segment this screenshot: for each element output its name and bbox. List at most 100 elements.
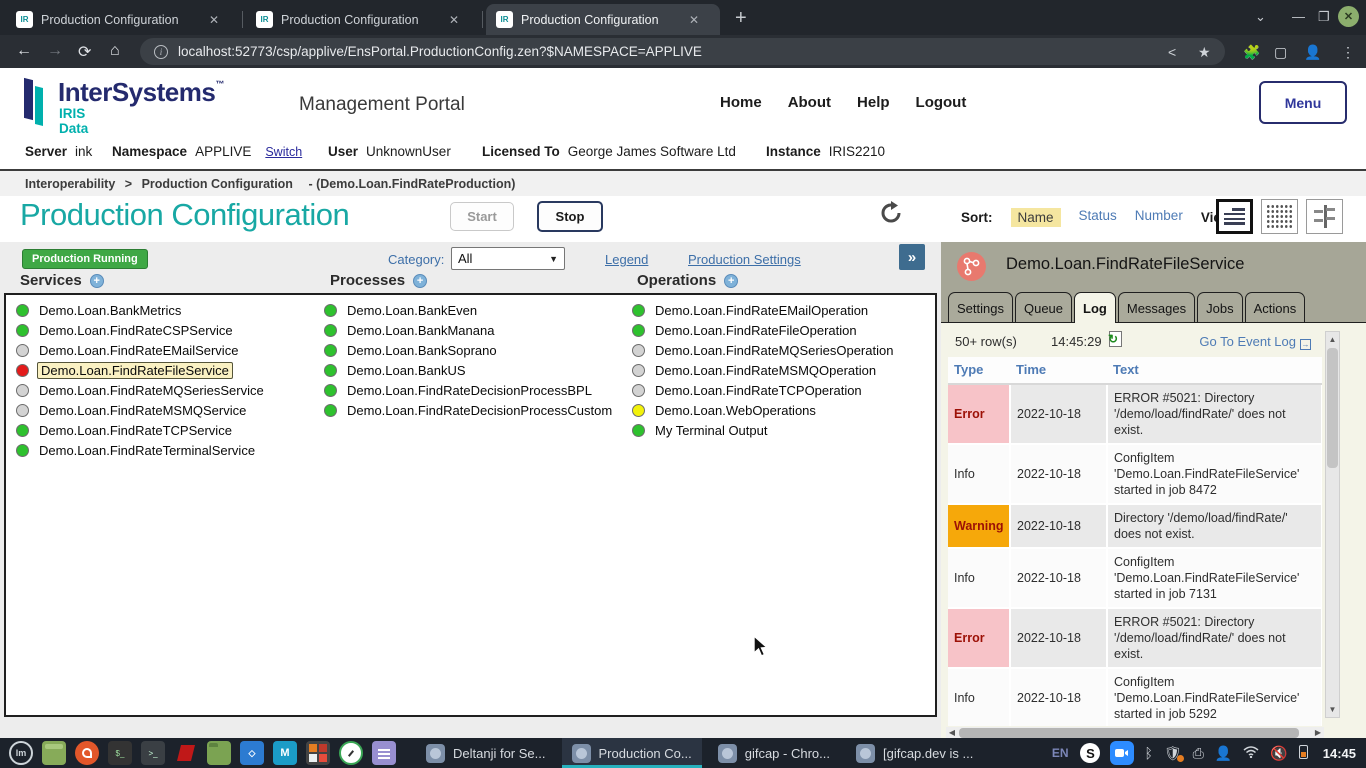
taskbar-window-button[interactable]: Deltanji for Se... xyxy=(416,738,556,768)
hscroll-thumb[interactable] xyxy=(959,728,1299,738)
volume-muted-icon[interactable]: 🔇 xyxy=(1270,745,1287,762)
red-app-icon[interactable] xyxy=(174,741,198,765)
production-item[interactable]: Demo.Loan.FindRateCSPService xyxy=(16,320,264,340)
item-name[interactable]: Demo.Loan.FindRateTCPService xyxy=(39,423,232,438)
mint-menu-button[interactable]: lm xyxy=(9,741,33,765)
item-name[interactable]: Demo.Loan.FindRateFileService xyxy=(37,362,233,379)
item-name[interactable]: Demo.Loan.FindRateMSMQOperation xyxy=(655,363,876,378)
maximize-button[interactable]: ❐ xyxy=(1318,9,1330,25)
nav-link-home[interactable]: Home xyxy=(720,94,762,111)
extensions-icon[interactable]: 🧩 xyxy=(1243,44,1260,61)
clock-app-icon[interactable] xyxy=(339,741,363,765)
home-icon[interactable]: ⌂ xyxy=(110,42,120,60)
panel-tab-log[interactable]: Log xyxy=(1074,292,1116,323)
production-item[interactable]: Demo.Loan.FindRateTCPOperation xyxy=(632,380,893,400)
production-item[interactable]: Demo.Loan.BankUS xyxy=(324,360,612,380)
production-item[interactable]: Demo.Loan.FindRateEMailOperation xyxy=(632,300,893,320)
log-header-time[interactable]: Time xyxy=(1010,357,1107,384)
close-window-button[interactable]: ✕ xyxy=(1338,6,1359,27)
expand-panel-button[interactable]: » xyxy=(899,244,925,270)
panel-tab-jobs[interactable]: Jobs xyxy=(1197,292,1242,323)
start-button[interactable]: Start xyxy=(450,202,514,231)
terminal-icon[interactable]: $_ xyxy=(108,741,132,765)
back-icon[interactable]: ← xyxy=(16,42,32,60)
nav-link-about[interactable]: About xyxy=(788,94,831,111)
stop-button[interactable]: Stop xyxy=(537,201,603,232)
production-settings-link[interactable]: Production Settings xyxy=(688,252,801,267)
browser-tab[interactable]: IRProduction Configuration✕ xyxy=(6,4,240,35)
user-tray-icon[interactable]: 👤 xyxy=(1215,745,1232,762)
item-name[interactable]: My Terminal Output xyxy=(655,423,767,438)
tab-close-icon[interactable]: ✕ xyxy=(209,13,219,27)
language-indicator[interactable]: EN xyxy=(1052,746,1069,760)
share-icon[interactable]: < xyxy=(1168,44,1176,60)
production-item[interactable]: Demo.Loan.FindRateTCPService xyxy=(16,420,264,440)
folder-icon[interactable] xyxy=(207,741,231,765)
item-name[interactable]: Demo.Loan.BankMetrics xyxy=(39,303,181,318)
side-panel-icon[interactable]: ▢ xyxy=(1274,44,1287,61)
list-view-icon[interactable] xyxy=(1216,199,1253,234)
shield-icon[interactable]: 🛡 xyxy=(1164,745,1182,762)
taskbar-window-button[interactable]: Production Co... xyxy=(562,738,702,768)
nav-link-logout[interactable]: Logout xyxy=(916,94,967,111)
item-name[interactable]: Demo.Loan.BankUS xyxy=(347,363,466,378)
vscroll-thumb[interactable] xyxy=(1327,348,1338,468)
printer-icon[interactable]: ⎙ xyxy=(1193,745,1204,762)
item-name[interactable]: Demo.Loan.BankManana xyxy=(347,323,494,338)
item-name[interactable]: Demo.Loan.FindRateEMailService xyxy=(39,343,238,358)
browser-menu-icon[interactable]: ⋮ xyxy=(1341,44,1355,61)
panel-tab-messages[interactable]: Messages xyxy=(1118,292,1195,323)
production-item[interactable]: Demo.Loan.BankEven xyxy=(324,300,612,320)
browser-tab[interactable]: IRProduction Configuration✕ xyxy=(486,4,720,35)
item-name[interactable]: Demo.Loan.FindRateMQSeriesService xyxy=(39,383,264,398)
orange-app-icon[interactable] xyxy=(75,741,99,765)
skype-icon[interactable]: S xyxy=(1080,743,1100,763)
production-item[interactable]: Demo.Loan.FindRateMQSeriesService xyxy=(16,380,264,400)
item-name[interactable]: Demo.Loan.FindRateEMailOperation xyxy=(655,303,868,318)
add-service-icon[interactable]: + xyxy=(90,274,104,288)
auto-refresh-icon[interactable]: ↻ xyxy=(1109,331,1122,347)
split-view-icon[interactable] xyxy=(1306,199,1343,234)
panel-tab-queue[interactable]: Queue xyxy=(1015,292,1072,323)
log-header-type[interactable]: Type xyxy=(948,357,1010,384)
legend-link[interactable]: Legend xyxy=(605,252,648,267)
production-item[interactable]: Demo.Loan.FindRateDecisionProcessBPL xyxy=(324,380,612,400)
switch-link[interactable]: Switch xyxy=(265,145,302,159)
breadcrumb-production-configuration[interactable]: Production Configuration xyxy=(142,177,293,191)
production-item[interactable]: Demo.Loan.FindRateFileOperation xyxy=(632,320,893,340)
go-to-event-log-link[interactable]: Go To Event Log→ xyxy=(1199,334,1311,350)
item-name[interactable]: Demo.Loan.BankEven xyxy=(347,303,477,318)
category-select[interactable]: All▼ xyxy=(451,247,565,270)
production-item[interactable]: Demo.Loan.FindRateTerminalService xyxy=(16,440,264,460)
production-item[interactable]: Demo.Loan.FindRateEMailService xyxy=(16,340,264,360)
wave-app-icon[interactable]: M xyxy=(273,741,297,765)
panel-tab-settings[interactable]: Settings xyxy=(948,292,1013,323)
item-name[interactable]: Demo.Loan.FindRateCSPService xyxy=(39,323,233,338)
menu-button[interactable]: Menu xyxy=(1259,81,1347,124)
tab-close-icon[interactable]: ✕ xyxy=(449,13,459,27)
sort-option-number[interactable]: Number xyxy=(1135,208,1183,227)
log-header-text[interactable]: Text xyxy=(1107,357,1322,384)
item-name[interactable]: Demo.Loan.WebOperations xyxy=(655,403,816,418)
scroll-down-icon[interactable]: ▼ xyxy=(1326,703,1339,716)
minimize-button[interactable]: — xyxy=(1292,9,1305,24)
zoom-app-icon[interactable] xyxy=(1110,741,1134,765)
production-item[interactable]: Demo.Loan.WebOperations xyxy=(632,400,893,420)
refresh-icon[interactable] xyxy=(879,201,903,225)
item-name[interactable]: Demo.Loan.FindRateMQSeriesOperation xyxy=(655,343,893,358)
production-item[interactable]: Demo.Loan.BankManana xyxy=(324,320,612,340)
profile-avatar[interactable]: 👤 xyxy=(1304,44,1321,61)
sort-option-status[interactable]: Status xyxy=(1079,208,1117,227)
bluetooth-icon[interactable]: ᛒ xyxy=(1144,745,1152,761)
nav-link-help[interactable]: Help xyxy=(857,94,890,111)
wifi-icon[interactable] xyxy=(1243,745,1259,761)
battery-icon[interactable] xyxy=(1299,745,1308,762)
calculator-icon[interactable] xyxy=(306,741,330,765)
add-operation-icon[interactable]: + xyxy=(724,274,738,288)
scroll-up-icon[interactable]: ▲ xyxy=(1326,333,1339,346)
taskbar-window-button[interactable]: [gifcap.dev is ... xyxy=(846,738,983,768)
panel-tab-actions[interactable]: Actions xyxy=(1245,292,1306,323)
tab-search-chevron-icon[interactable]: ⌄ xyxy=(1255,9,1266,25)
item-name[interactable]: Demo.Loan.FindRateDecisionProcessBPL xyxy=(347,383,592,398)
sort-option-name[interactable]: Name xyxy=(1011,208,1061,227)
